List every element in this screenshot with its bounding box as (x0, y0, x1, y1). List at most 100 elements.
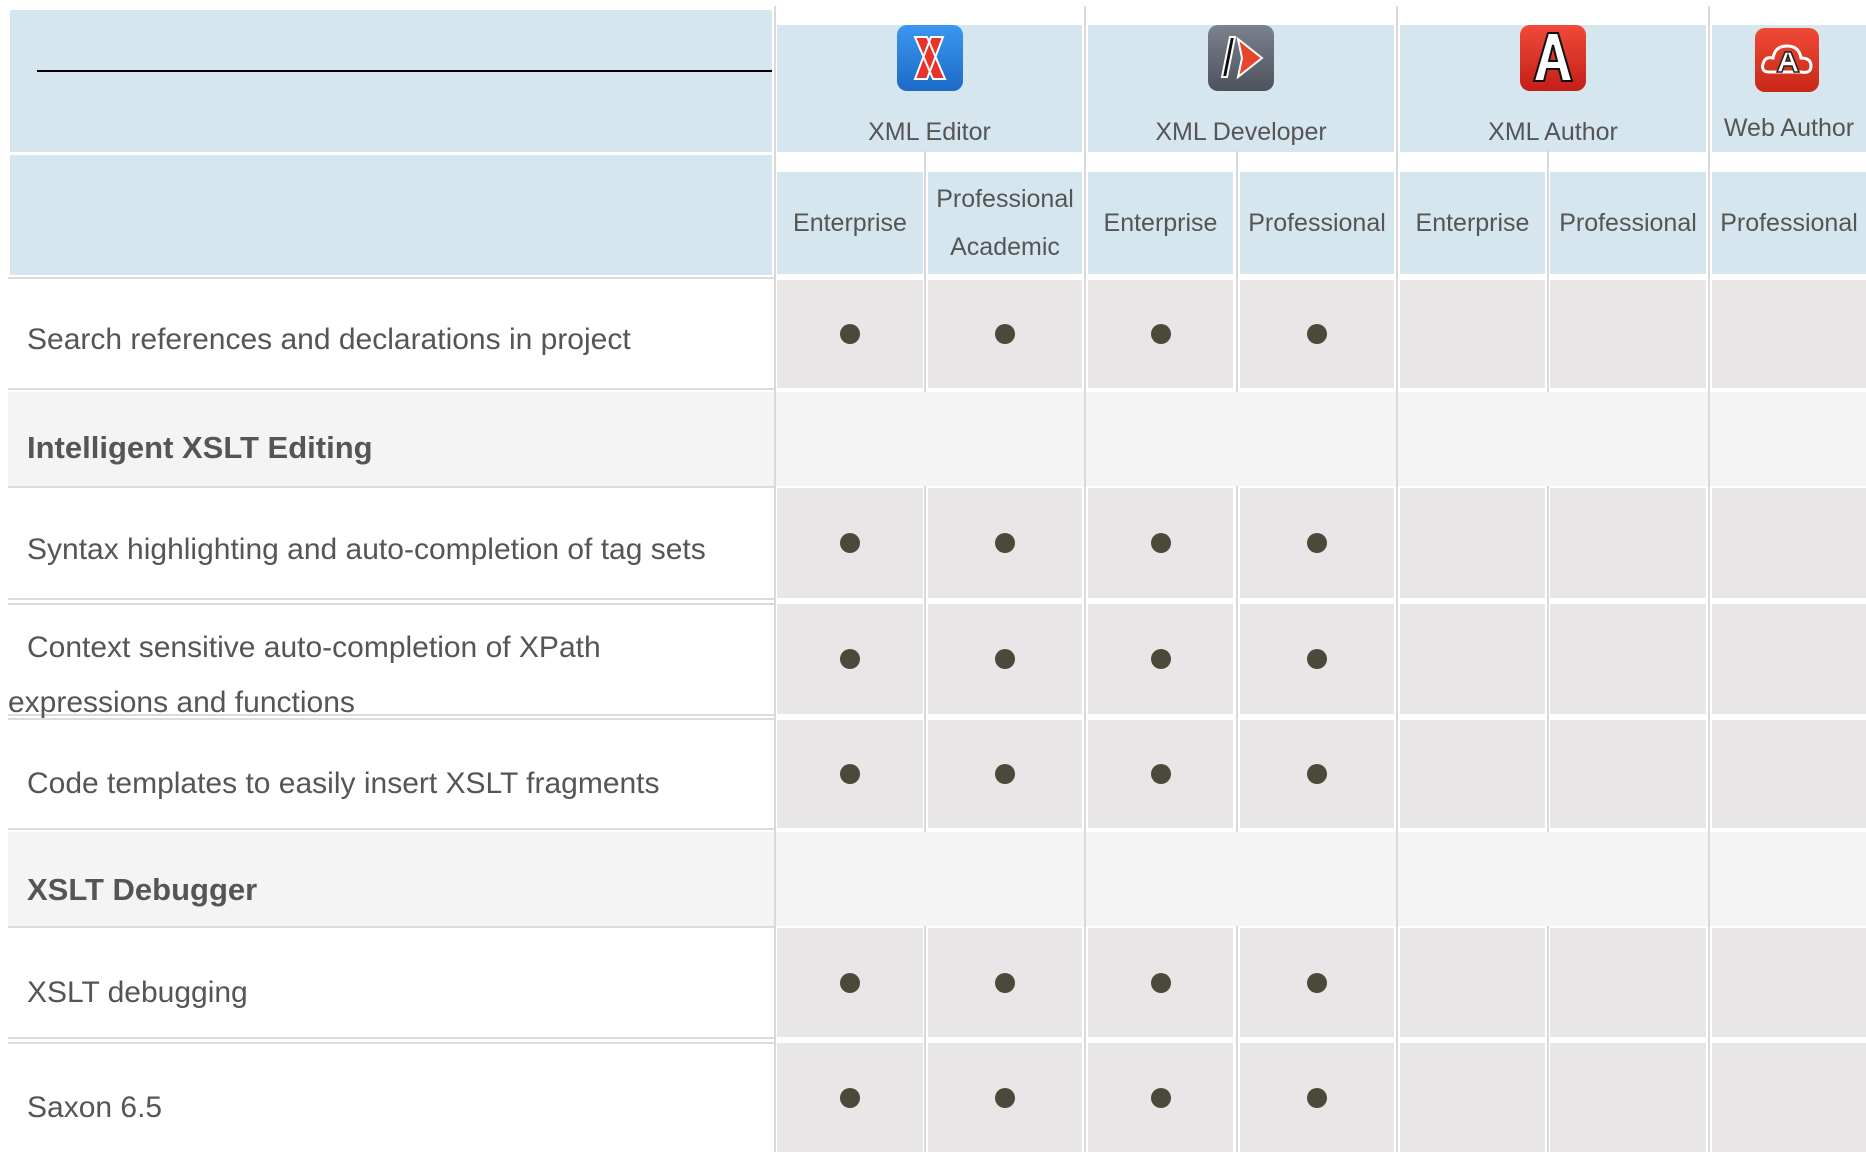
product-name-web-author: Web Author (1723, 114, 1855, 142)
column-separator (1236, 926, 1238, 1152)
edition-header: Enterprise (777, 172, 923, 274)
support-dot-icon (1307, 1087, 1327, 1108)
support-dot-icon (840, 764, 860, 784)
support-cell (1550, 488, 1706, 598)
xml-editor-logo-icon[interactable] (897, 25, 963, 91)
support-cell (1400, 488, 1545, 598)
row-separator (8, 1037, 774, 1039)
edition-header: Professional (1240, 172, 1394, 274)
feature-label: Saxon 6.5 (27, 1091, 163, 1124)
xml-developer-logo-icon[interactable] (1208, 25, 1274, 91)
column-separator (924, 926, 926, 1152)
edition-header: Professional (1550, 172, 1706, 274)
support-dot-icon (1307, 972, 1327, 993)
support-cell (1712, 1043, 1866, 1152)
support-dot-icon (1150, 324, 1171, 344)
feature-label-line: Context sensitive auto-completion of XPa… (27, 631, 601, 664)
section-band (8, 832, 1866, 926)
row-separator (8, 388, 774, 390)
edition-corner-cell (10, 155, 772, 275)
support-cell (1550, 928, 1706, 1037)
support-dot-icon (840, 324, 860, 344)
support-dot-icon (840, 1087, 860, 1108)
edition-header: Enterprise (1088, 172, 1233, 274)
support-dot-icon (995, 324, 1015, 344)
section-title: XSLT Debugger (27, 872, 258, 907)
edition-label: Enterprise (1103, 209, 1218, 237)
product-name-xml-author: XML Author (1488, 118, 1618, 146)
edition-header: Enterprise (1400, 172, 1545, 274)
support-dot-icon (840, 972, 860, 993)
edition-label: Professional (936, 185, 1074, 213)
edition-label: Enterprise (793, 209, 907, 237)
column-separator (1547, 926, 1549, 1152)
column-separator (1708, 6, 1710, 1152)
column-separator (924, 150, 926, 392)
support-dot-icon (1150, 649, 1171, 669)
support-cell (1400, 928, 1545, 1037)
column-separator (924, 486, 926, 832)
edition-header: Professional Academic (928, 172, 1082, 274)
support-dot-icon (1150, 764, 1171, 784)
column-separator (1547, 150, 1549, 392)
product-name-xml-editor: XML Editor (868, 118, 991, 146)
header-corner-cell (10, 10, 772, 152)
row-separator (8, 277, 774, 279)
row-separator (8, 828, 774, 830)
column-separator (1236, 150, 1238, 392)
support-cell (1550, 720, 1706, 828)
feature-label: XSLT debugging (27, 976, 248, 1009)
product-name-xml-developer: XML Developer (1155, 118, 1327, 146)
support-cell (1712, 928, 1866, 1037)
support-dot-icon (1307, 324, 1327, 344)
support-dot-icon (1307, 533, 1327, 553)
edition-header: Professional (1712, 172, 1866, 274)
row-separator (8, 598, 774, 600)
support-dot-icon (840, 649, 860, 669)
column-separator (1396, 6, 1398, 1152)
support-dot-icon (995, 1087, 1015, 1108)
edition-label-secondary: Academic (950, 233, 1060, 261)
feature-label: Code templates to easily insert XSLT fra… (27, 767, 660, 800)
support-cell (1400, 604, 1545, 714)
support-cell (1400, 720, 1545, 828)
support-dot-icon (1307, 649, 1327, 669)
support-dot-icon (995, 649, 1015, 669)
support-cell (1712, 280, 1866, 388)
support-dot-icon (840, 533, 860, 553)
support-cell (1400, 1043, 1545, 1152)
feature-label: Syntax highlighting and auto-completion … (27, 533, 706, 566)
feature-label: Search references and declarations in pr… (27, 323, 631, 356)
row-separator (8, 1042, 774, 1044)
support-dot-icon (995, 533, 1015, 553)
support-dot-icon (1150, 533, 1171, 553)
support-dot-icon (1150, 972, 1171, 993)
web-author-logo-icon[interactable] (1755, 28, 1819, 92)
column-separator (1084, 6, 1086, 1152)
feature-label-line: expressions and functions (8, 686, 355, 719)
xml-author-logo-icon[interactable] (1520, 25, 1586, 91)
support-dot-icon (1307, 764, 1327, 784)
section-title: Intelligent XSLT Editing (27, 430, 373, 465)
column-separator (1547, 486, 1549, 832)
header-divider-line (37, 70, 772, 72)
support-cell (1712, 488, 1866, 598)
support-dot-icon (1150, 1087, 1171, 1108)
support-cell (1550, 604, 1706, 714)
row-separator (8, 486, 774, 488)
edition-label: Professional (1248, 209, 1386, 237)
support-cell (1400, 280, 1545, 388)
edition-label: Professional (1559, 209, 1697, 237)
row-separator (8, 603, 774, 605)
support-cell (1712, 604, 1866, 714)
column-separator (1236, 486, 1238, 832)
support-cell (1550, 1043, 1706, 1152)
support-dot-icon (995, 972, 1015, 993)
support-cell (1550, 280, 1706, 388)
row-separator (8, 926, 774, 928)
edition-label: Enterprise (1415, 209, 1530, 237)
edition-label: Professional (1720, 209, 1858, 237)
support-dot-icon (995, 764, 1015, 784)
feature-label: Context sensitive auto-completion of XPa… (8, 620, 774, 730)
support-cell (1712, 720, 1866, 828)
